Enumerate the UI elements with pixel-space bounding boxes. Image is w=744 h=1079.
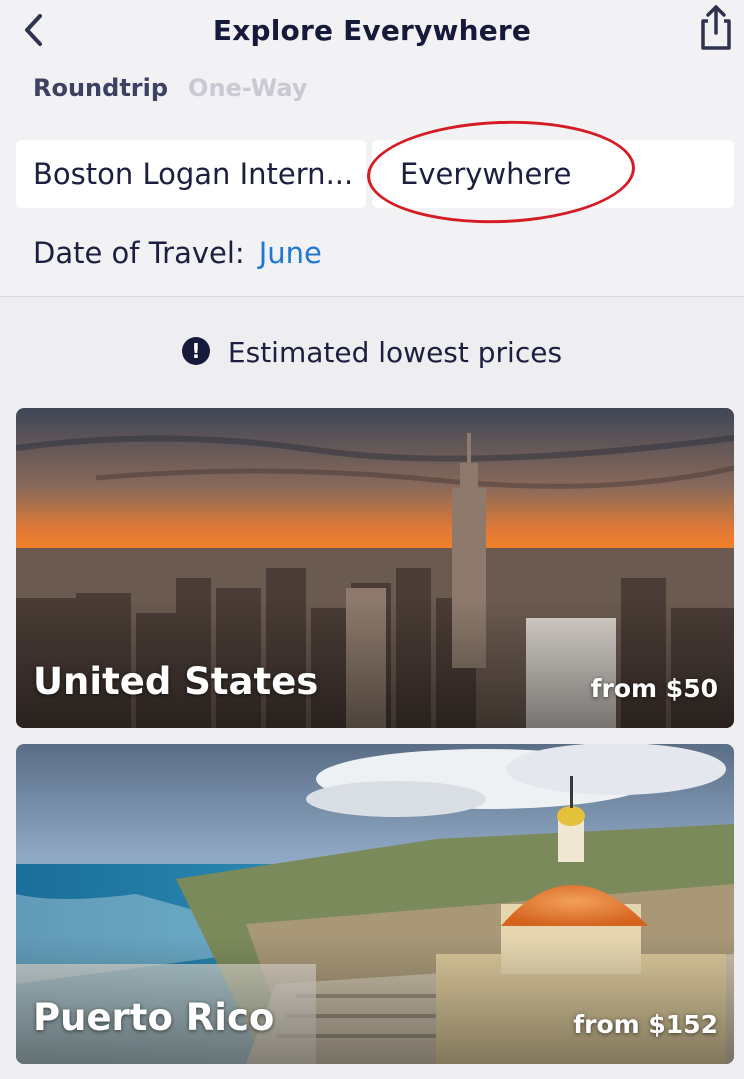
share-icon[interactable] — [696, 2, 736, 52]
header: Explore Everywhere — [0, 0, 744, 66]
destination-name: United States — [33, 660, 319, 703]
destination-price: from $50 — [590, 674, 718, 703]
tab-roundtrip[interactable]: Roundtrip — [33, 74, 168, 102]
price-notice: ! Estimated lowest prices — [0, 336, 744, 369]
notice-text: Estimated lowest prices — [227, 336, 563, 369]
date-row: Date of Travel: June — [33, 236, 322, 270]
destination-card-puerto-rico[interactable]: Puerto Rico from $152 — [16, 744, 734, 1064]
trip-type-tabs: Roundtrip One-Way — [33, 74, 307, 102]
destination-card-united-states[interactable]: United States from $50 — [16, 408, 734, 728]
page-title: Explore Everywhere — [212, 14, 532, 47]
date-label: Date of Travel: — [33, 236, 245, 270]
tab-one-way[interactable]: One-Way — [188, 74, 307, 102]
exclamation-icon: ! — [181, 337, 210, 365]
search-panel: Explore Everywhere Roundtrip One-Way Bos… — [0, 0, 744, 297]
date-value[interactable]: June — [259, 236, 322, 270]
route-fields: Boston Logan Intern... Everywhere — [16, 140, 734, 208]
destination-price: from $152 — [573, 1010, 718, 1039]
destination-field[interactable]: Everywhere — [372, 140, 734, 208]
destination-name: Puerto Rico — [33, 996, 275, 1039]
origin-field[interactable]: Boston Logan Intern... — [16, 140, 366, 208]
